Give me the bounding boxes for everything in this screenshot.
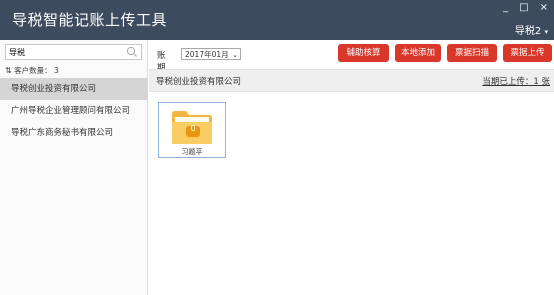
window-controls: _ □ ×: [503, 2, 548, 14]
receipt-scan-button[interactable]: 票据扫描: [447, 44, 497, 62]
auxiliary-accounting-button[interactable]: 辅助核算: [338, 44, 389, 62]
client-item[interactable]: 导税广东商务秘书有限公司: [0, 122, 147, 144]
sort-icon[interactable]: ⇅: [5, 66, 12, 75]
client-count-label: 客户数量：: [14, 66, 52, 75]
user-name: 导税2: [514, 26, 542, 37]
client-count: ⇅ 客户数量： 3: [5, 65, 59, 76]
period-select[interactable]: 2017年01月 ⌄: [181, 48, 241, 60]
folder-label: 习题平: [181, 148, 203, 156]
search-input[interactable]: [6, 45, 121, 58]
client-list: 导税创业投资有限公司 广州导税企业管理顾问有限公司 导税广东商务秘书有限公司: [0, 78, 147, 144]
minimize-icon[interactable]: _: [503, 2, 508, 14]
sidebar: ⇅ 客户数量： 3 导税创业投资有限公司 广州导税企业管理顾问有限公司 导税广东…: [0, 40, 148, 295]
action-buttons: 辅助核算 本地添加 票据扫描 票据上传: [338, 44, 552, 62]
upload-status-link[interactable]: 当期已上传：1 张: [482, 75, 550, 87]
user-menu[interactable]: 导税2 ▾: [515, 22, 548, 37]
chevron-down-icon: ▾: [544, 28, 548, 36]
company-bar: 导税创业投资有限公司 当期已上传：1 张: [149, 69, 554, 92]
search-box: [5, 44, 142, 60]
period-value: 2017年01月: [185, 50, 229, 59]
chevron-down-icon: ⌄: [232, 51, 238, 59]
local-add-button[interactable]: 本地添加: [395, 44, 441, 62]
close-icon[interactable]: ×: [540, 2, 548, 14]
company-name: 导税创业投资有限公司: [156, 77, 242, 87]
receipt-upload-button[interactable]: 票据上传: [503, 44, 552, 62]
client-item[interactable]: 广州导税企业管理顾问有限公司: [0, 100, 147, 122]
client-item[interactable]: 导税创业投资有限公司: [0, 78, 147, 100]
folder-count-badge: 0: [190, 124, 196, 133]
title-bar: 导税智能记账上传工具 _ □ × 导税2 ▾: [0, 0, 554, 40]
app-title: 导税智能记账上传工具: [12, 11, 168, 29]
client-count-value: 3: [53, 66, 59, 75]
folder-card[interactable]: 0 习题平: [158, 102, 226, 158]
search-icon[interactable]: [126, 46, 138, 58]
maximize-icon[interactable]: □: [519, 2, 528, 14]
